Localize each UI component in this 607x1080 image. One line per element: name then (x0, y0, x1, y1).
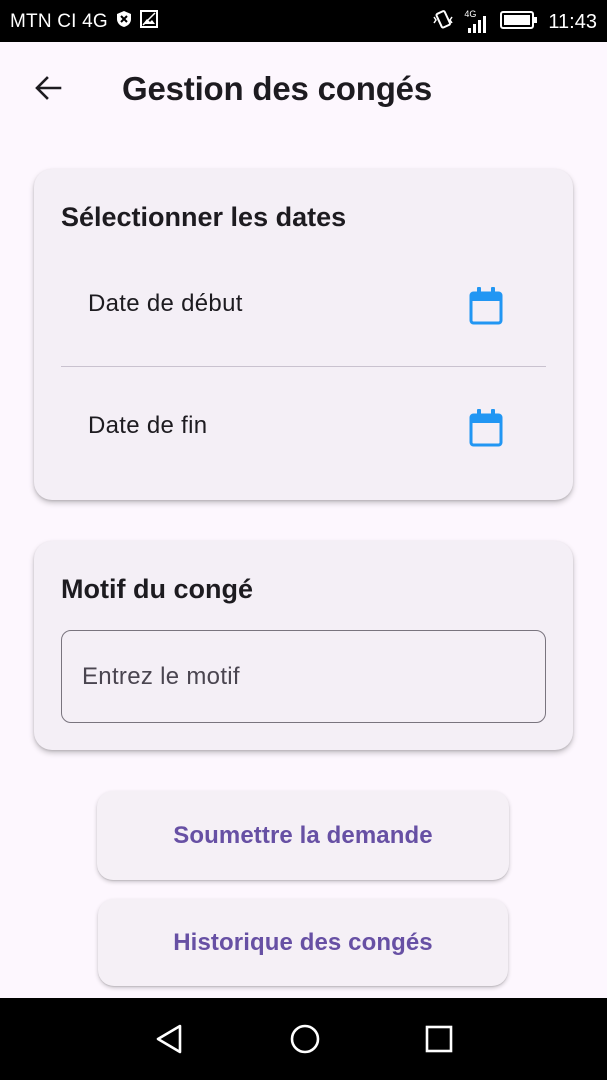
start-date-calendar-icon[interactable] (468, 286, 504, 326)
battery-icon (500, 10, 538, 35)
dates-card: Sélectionner les dates Date de début Dat… (34, 169, 573, 500)
carrier-name: MTN CI 4G (10, 10, 108, 32)
status-bar: MTN CI 4G 4G 11:43 (0, 0, 607, 42)
end-date-label: Date de fin (88, 412, 208, 439)
motif-card-title: Motif du congé (61, 574, 253, 604)
motif-input[interactable] (61, 630, 546, 723)
motif-card: Motif du congé (34, 541, 573, 750)
clock: 11:43 (548, 11, 597, 33)
submit-request-button[interactable]: Soumettre la demande (97, 791, 509, 880)
end-date-calendar-icon[interactable] (468, 408, 504, 448)
image-notification-icon (139, 10, 158, 33)
arrow-left-icon (33, 73, 63, 108)
start-date-row[interactable]: Date de début (34, 249, 573, 359)
status-right: 4G 11:43 (432, 9, 597, 36)
start-date-label: Date de début (88, 290, 243, 317)
nav-back-triangle-icon[interactable] (152, 1021, 188, 1057)
status-left: MTN CI 4G (10, 10, 158, 33)
vpn-shield-icon (116, 10, 132, 33)
back-button[interactable] (22, 70, 74, 110)
dates-card-title: Sélectionner les dates (61, 202, 347, 232)
end-date-row[interactable]: Date de fin (34, 371, 573, 481)
divider (61, 366, 546, 367)
app-bar: Gestion des congés (0, 42, 607, 138)
nav-recents-square-icon[interactable] (421, 1021, 457, 1057)
vibrate-icon (432, 9, 454, 36)
nav-home-circle-icon[interactable] (287, 1021, 323, 1057)
leave-history-button[interactable]: Historique des congés (98, 899, 508, 986)
signal-icon: 4G (464, 9, 490, 34)
system-nav-bar (0, 998, 607, 1080)
page-title: Gestion des congés (122, 70, 432, 107)
